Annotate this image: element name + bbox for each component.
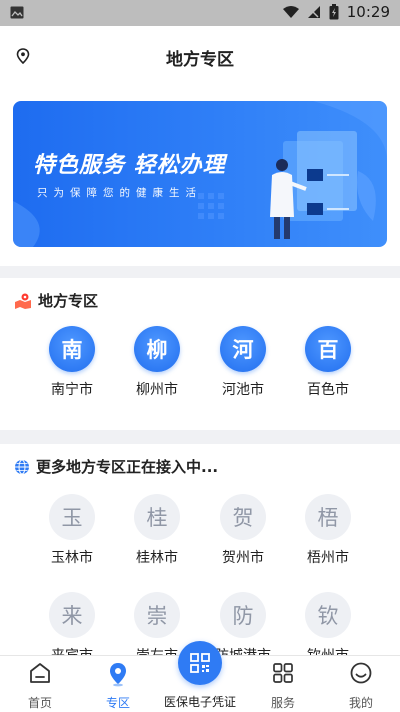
city-name: 梧州市 [307, 550, 349, 566]
location-pin-icon [110, 663, 126, 687]
city-name: 玉林市 [51, 550, 93, 566]
tab-home-label: 首页 [27, 696, 52, 710]
tab-zone-label: 专区 [105, 696, 130, 710]
city-yulin[interactable]: 玉 玉林市 [29, 494, 115, 567]
voucher-label[interactable]: 医保电子凭证 [150, 693, 250, 710]
globe-icon [15, 459, 29, 474]
city-name: 桂林市 [136, 550, 178, 566]
tab-zone[interactable]: 专区 [78, 656, 158, 712]
status-bar: 10:29 [0, 0, 400, 26]
more-zone-title: 更多地方专区正在接入中... [36, 458, 219, 476]
smile-icon [350, 662, 372, 684]
qr-code-icon [190, 653, 210, 673]
city-liuzhou[interactable]: 柳 柳州市 [114, 326, 200, 399]
tab-mine[interactable]: 我的 [321, 656, 400, 712]
city-wuzhou[interactable]: 梧 梧州市 [285, 494, 371, 567]
header: 地方专区 [0, 26, 400, 88]
city-name: 河池市 [222, 382, 264, 398]
page-title: 地方专区 [166, 50, 234, 70]
city-name: 柳州市 [136, 382, 178, 398]
city-badge: 玉 [49, 494, 95, 540]
city-badge: 钦 [305, 592, 351, 638]
local-zone-section: 地方专区 南 南宁市 柳 柳州市 河 河池市 百 百色市 [0, 278, 400, 430]
local-zone-heading: 地方专区 [14, 290, 98, 311]
city-badge: 百 [305, 326, 351, 372]
banner-subline: 只为保障您的健康生活 [37, 187, 202, 199]
city-badge: 柳 [134, 326, 180, 372]
city-badge: 防 [220, 592, 266, 638]
city-hechi[interactable]: 河 河池市 [200, 326, 286, 399]
more-zone-heading: 更多地方专区正在接入中... [14, 456, 218, 477]
tab-home[interactable]: 首页 [0, 656, 80, 712]
signal-icon [307, 6, 320, 18]
status-time: 10:29 [346, 3, 390, 21]
tab-mine-label: 我的 [348, 696, 373, 710]
city-name: 贺州市 [222, 550, 264, 566]
tab-service[interactable]: 服务 [243, 656, 323, 712]
city-baise[interactable]: 百 百色市 [285, 326, 371, 399]
grid-icon [273, 663, 293, 683]
city-badge: 梧 [305, 494, 351, 540]
city-name: 百色市 [307, 382, 349, 398]
city-nanning[interactable]: 南 南宁市 [29, 326, 115, 399]
city-badge: 来 [49, 592, 95, 638]
banner-headline: 特色服务 轻松办理 [33, 153, 226, 178]
local-zone-title: 地方专区 [38, 292, 99, 310]
city-guilin[interactable]: 桂 桂林市 [114, 494, 200, 567]
home-icon [30, 663, 50, 683]
city-badge: 崇 [134, 592, 180, 638]
tab-service-label: 服务 [270, 696, 295, 710]
more-zone-section: 更多地方专区正在接入中... 玉 玉林市 桂 桂林市 贺 贺州市 梧 梧州市 来… [0, 444, 400, 664]
city-name: 南宁市 [51, 382, 93, 398]
wifi-icon [282, 5, 299, 18]
battery-icon [329, 4, 339, 20]
city-badge: 河 [220, 326, 266, 372]
voucher-button[interactable] [178, 641, 222, 685]
map-pin-icon [15, 293, 31, 309]
promo-banner[interactable]: 特色服务 轻松办理 只为保障您的健康生活 [13, 101, 387, 247]
image-notification-icon [10, 6, 24, 19]
city-hezhou[interactable]: 贺 贺州市 [200, 494, 286, 567]
city-badge: 贺 [220, 494, 266, 540]
banner-section: 特色服务 轻松办理 只为保障您的健康生活 [0, 88, 400, 266]
city-badge: 南 [49, 326, 95, 372]
city-badge: 桂 [134, 494, 180, 540]
